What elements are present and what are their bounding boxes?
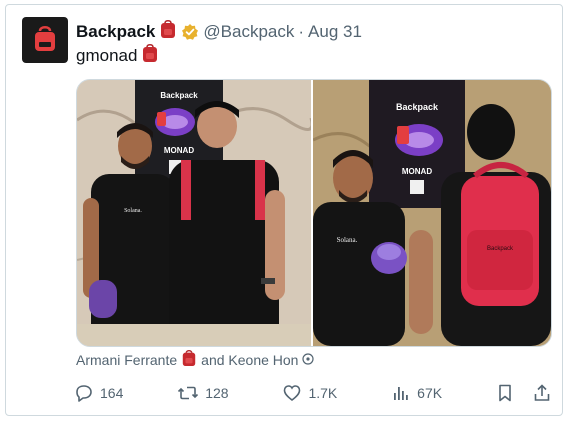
right-shirt-text: Solana.	[337, 236, 358, 244]
media-caption: Armani Ferrante and Keone Hon	[76, 349, 315, 370]
share-icon	[534, 384, 550, 401]
red-backpack-emoji-icon	[141, 43, 159, 68]
repost-count: 128	[205, 385, 229, 401]
right-banner-subtitle: MONAD	[402, 167, 432, 176]
tweet-text: gmonad	[76, 43, 159, 68]
author-handle[interactable]: @Backpack	[203, 22, 294, 42]
tweet-actions: 164 128 1.7K 67K	[74, 381, 552, 405]
red-backpack-emoji-icon	[181, 349, 197, 370]
separator-dot: ·	[298, 21, 305, 41]
right-bag-text: Backpack	[487, 246, 514, 252]
bookmark-button[interactable]	[496, 383, 514, 403]
bookmark-icon	[499, 384, 511, 402]
caption-second-person[interactable]: and Keone Hon	[201, 352, 298, 368]
photo-left-illustration: Backpack MONAD Solana.	[77, 80, 311, 346]
photo-right-illustration: Backpack MONAD Solana. Backpack	[313, 80, 551, 346]
right-banner-title: Backpack	[396, 102, 439, 112]
photo-left[interactable]: Backpack MONAD Solana.	[77, 80, 311, 346]
media-grid: Backpack MONAD Solana. Backpack MONAD So…	[76, 79, 552, 347]
views-count: 67K	[417, 385, 443, 401]
views-chart-icon	[394, 387, 408, 400]
more-people-icon[interactable]	[302, 352, 315, 368]
left-banner-title: Backpack	[160, 91, 198, 100]
secondary-actions	[496, 383, 552, 403]
repost-button[interactable]: 128	[177, 383, 229, 403]
left-shirt-text: Solana.	[124, 208, 142, 214]
red-backpack-icon	[35, 26, 55, 51]
tweet-card[interactable]: Backpack @Backpack · Aug 31 gmonad Backp…	[5, 4, 563, 416]
views-button[interactable]: 67K	[391, 383, 442, 403]
tweet-header: Backpack @Backpack · Aug 31	[76, 19, 362, 44]
post-date[interactable]: Aug 31	[308, 22, 362, 42]
avatar[interactable]	[22, 17, 68, 63]
verified-badge-icon[interactable]	[181, 23, 199, 41]
share-button[interactable]	[532, 383, 552, 403]
red-backpack-emoji-icon	[159, 19, 177, 44]
like-count: 1.7K	[308, 385, 338, 401]
photo-right[interactable]: Backpack MONAD Solana. Backpack	[313, 80, 551, 346]
author-name[interactable]: Backpack	[76, 22, 155, 42]
reply-count: 164	[100, 385, 124, 401]
reply-icon	[76, 385, 92, 402]
heart-icon	[284, 385, 301, 402]
repost-icon	[178, 386, 199, 400]
reply-button[interactable]: 164	[74, 383, 123, 403]
like-button[interactable]: 1.7K	[282, 383, 337, 403]
left-banner-subtitle: MONAD	[164, 146, 194, 155]
tweet-text-content: gmonad	[76, 45, 138, 65]
caption-first-person[interactable]: Armani Ferrante	[76, 352, 177, 368]
